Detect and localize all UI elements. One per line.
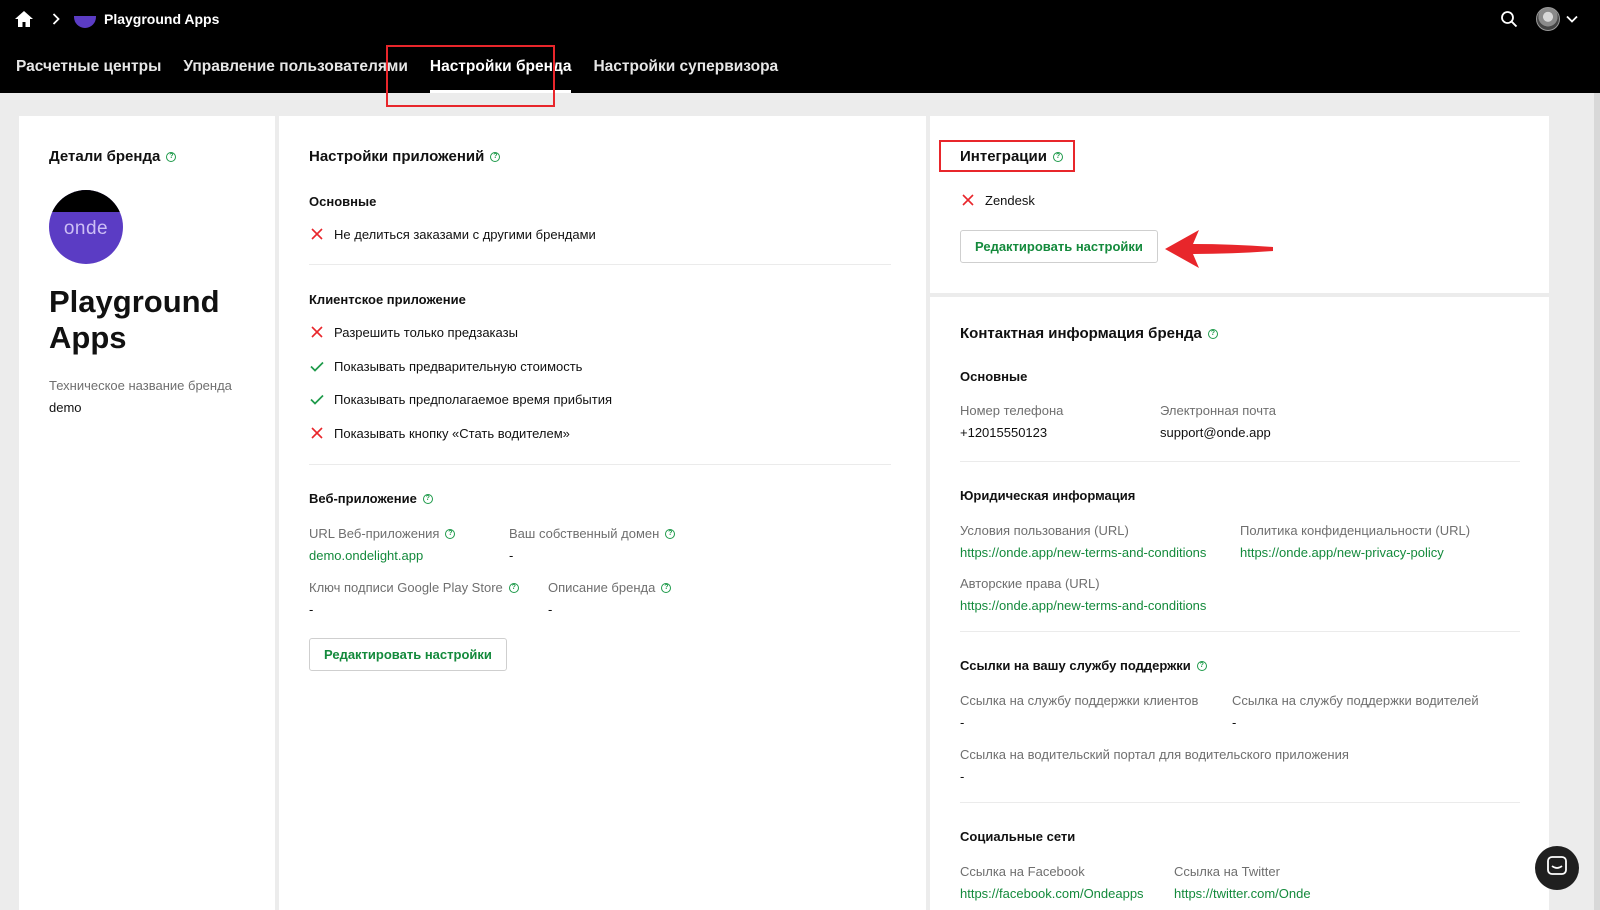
app-settings-card: Настройки приложений? Основные Не делить… [279, 116, 926, 910]
client-support-field: Ссылка на службу поддержки клиентов - [960, 693, 1199, 730]
help-icon[interactable]: ? [490, 151, 501, 162]
brand-logo-icon [74, 10, 96, 28]
setting-row: Показывать кнопку «Стать водителем» [309, 423, 570, 443]
driver-portal-field: Ссылка на водительский портал для водите… [960, 747, 1349, 784]
app-settings-title: Настройки приложений? [309, 148, 501, 165]
privacy-field: Политика конфиденциальности (URL) https:… [1240, 523, 1471, 560]
web-url-field: URL Веб-приложения? demo.ondelight.app [309, 526, 456, 563]
help-icon[interactable]: ? [508, 582, 519, 593]
help-icon[interactable]: ? [665, 528, 676, 539]
phone-value: +12015550123 [960, 425, 1048, 440]
check-icon [309, 391, 325, 407]
twitter-link[interactable]: https://twitter.com/Onde [1174, 886, 1311, 901]
setting-row: Не делиться заказами с другими брендами [309, 224, 596, 244]
twitter-field: Ссылка на Twitter https://twitter.com/On… [1174, 864, 1311, 901]
avatar[interactable] [1536, 7, 1560, 31]
help-icon[interactable]: ? [166, 151, 177, 162]
terms-field: Условия пользования (URL) https://onde.a… [960, 523, 1207, 560]
arrow-left-icon [1163, 228, 1275, 275]
edit-app-settings-button[interactable]: Редактировать настройки [309, 638, 507, 671]
contacts-basic-heading: Основные [960, 369, 1028, 384]
client-app-heading: Клиентское приложение [309, 292, 466, 307]
search-icon[interactable] [1500, 10, 1518, 28]
chat-button[interactable] [1535, 846, 1579, 890]
chevron-right-icon [52, 13, 60, 25]
tab-brand-settings[interactable]: Настройки бренда [419, 44, 583, 93]
support-heading: Ссылки на вашу службу поддержки? [960, 658, 1207, 673]
help-icon[interactable]: ? [1052, 151, 1063, 162]
contacts-title: Контактная информация бренда? [960, 325, 1218, 342]
driver-support-field: Ссылка на службу поддержки водителей - [1232, 693, 1479, 730]
brand-description-field: Описание бренда? - [548, 580, 672, 617]
phone-field: Номер телефона +12015550123 [960, 403, 1064, 440]
cross-icon [309, 226, 325, 242]
help-icon[interactable]: ? [661, 582, 672, 593]
top-actions [1500, 6, 1578, 32]
tech-name-label: Техническое название бренда [49, 378, 232, 393]
setting-row: Показывать предполагаемое время прибытия [309, 389, 612, 409]
breadcrumb: Playground Apps [14, 8, 219, 30]
app-name[interactable]: Playground Apps [104, 11, 219, 27]
setting-row: Показывать предварительную стоимость [309, 356, 582, 376]
brand-name: Playground Apps [49, 284, 220, 355]
own-domain-field: Ваш собственный домен? - [509, 526, 676, 563]
brand-logo: onde [49, 190, 123, 264]
gplay-key-field: Ключ подписи Google Play Store? - [309, 580, 519, 617]
web-url-link[interactable]: demo.ondelight.app [309, 548, 455, 563]
email-field: Электронная почта support@onde.app [1160, 403, 1277, 440]
privacy-link[interactable]: https://onde.app/new-privacy-policy [1240, 545, 1470, 560]
tech-name-field: Техническое название бренда demo [49, 378, 232, 415]
chat-icon [1546, 855, 1568, 882]
help-icon[interactable]: ? [1207, 328, 1218, 339]
tab-user-management[interactable]: Управление пользователями [172, 44, 419, 93]
chevron-down-icon[interactable] [1566, 15, 1578, 23]
web-app-heading: Веб-приложение? [309, 491, 433, 506]
tech-name-value: demo [49, 400, 82, 415]
facebook-link[interactable]: https://facebook.com/Ondeapps [960, 886, 1144, 901]
contacts-card: Контактная информация бренда? Основные Н… [930, 297, 1549, 910]
email-value: support@onde.app [1160, 425, 1271, 440]
cross-icon [309, 324, 325, 340]
check-icon [309, 358, 325, 374]
integration-row: Zendesk [960, 190, 1035, 210]
cross-icon [960, 192, 976, 208]
facebook-field: Ссылка на Facebook https://facebook.com/… [960, 864, 1144, 901]
help-icon[interactable]: ? [445, 528, 456, 539]
terms-link[interactable]: https://onde.app/new-terms-and-condition… [960, 545, 1206, 560]
integrations-title: Интеграции? [960, 148, 1063, 165]
legal-heading: Юридическая информация [960, 488, 1136, 503]
home-icon[interactable] [14, 9, 36, 29]
brand-details-title: Детали бренда? [49, 148, 177, 165]
edit-integrations-button[interactable]: Редактировать настройки [960, 230, 1158, 263]
cross-icon [309, 425, 325, 441]
scrollbar[interactable] [1594, 93, 1600, 910]
help-icon[interactable]: ? [1196, 660, 1207, 671]
social-heading: Социальные сети [960, 829, 1076, 844]
tab-supervisor-settings[interactable]: Настройки супервизора [582, 44, 789, 93]
copyright-link[interactable]: https://onde.app/new-terms-and-condition… [960, 598, 1206, 613]
brand-logo-text: onde [63, 218, 109, 239]
top-bar: Playground Apps Расчетные центры Управле… [0, 0, 1600, 93]
brand-details-card: Детали бренда? onde Playground Apps Техн… [19, 116, 275, 910]
setting-row: Разрешить только предзаказы [309, 322, 518, 342]
basic-heading: Основные [309, 194, 377, 209]
tab-billing-centers[interactable]: Расчетные центры [0, 44, 172, 93]
copyright-field: Авторские права (URL) https://onde.app/n… [960, 576, 1207, 613]
main-tabs: Расчетные центры Управление пользователя… [0, 44, 789, 93]
help-icon[interactable]: ? [422, 493, 433, 504]
